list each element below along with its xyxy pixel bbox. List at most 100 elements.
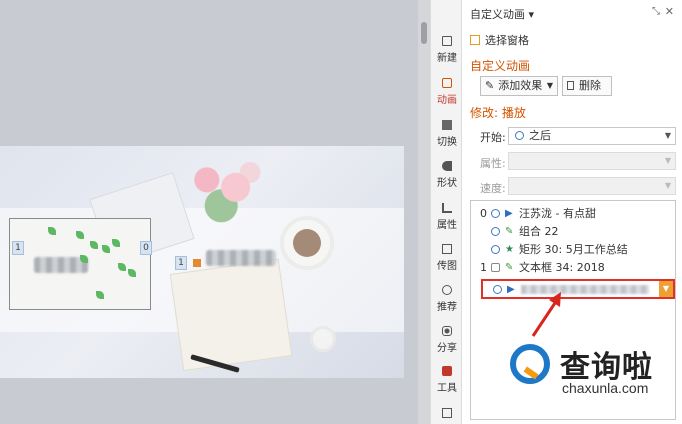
share-icon <box>442 326 452 336</box>
sidebar-item-label: 工具 <box>437 383 457 394</box>
panel-title[interactable]: 自定义动画 ▾ <box>470 6 534 22</box>
selected-text-box[interactable] <box>9 218 151 310</box>
sidebar-item-label: 属性 <box>437 220 457 231</box>
clock-icon <box>491 209 500 218</box>
leaf-decoration <box>112 239 120 247</box>
slide-watch-image <box>310 326 336 352</box>
leaf-decoration <box>102 245 110 253</box>
list-item[interactable]: 0 ▶ 汪苏泷 - 有点甜 <box>471 205 675 223</box>
toolbox-icon <box>442 366 452 376</box>
slide-cup-image <box>280 216 334 270</box>
slide-canvas[interactable]: 1 0 1 <box>0 0 418 424</box>
clock-icon <box>491 227 500 236</box>
select-pane-icon <box>470 35 480 45</box>
scrollbar-thumb[interactable] <box>421 22 427 44</box>
canvas-scrollbar[interactable] <box>418 0 430 424</box>
animation-item-label: 汪苏泷 - 有点甜 <box>519 207 596 220</box>
leaf-decoration <box>128 269 136 277</box>
chevron-down-icon: ▼ <box>664 131 671 140</box>
chevron-down-icon: ▼ <box>664 181 671 190</box>
list-item[interactable]: 1 ✎ 文本框 34: 2018 <box>471 259 675 277</box>
clock-icon <box>515 131 524 140</box>
sidebar-item-shape[interactable]: 形状 <box>431 157 463 197</box>
play-effect-icon: ▶ <box>505 208 513 219</box>
add-effect-icon: ✎ <box>485 79 495 92</box>
panel-header: 自定义动画 ▾ ⤡ ✕ <box>462 0 682 24</box>
slide-notebook-image <box>169 258 293 372</box>
trash-icon <box>567 81 574 90</box>
sidebar-item-new[interactable]: 新建 <box>431 32 463 72</box>
transition-icon <box>442 120 452 130</box>
logo-url: chaxunla.com <box>562 380 649 396</box>
arrow-shaft <box>531 299 559 337</box>
delete-label: 删除 <box>579 79 601 92</box>
leaf-decoration <box>48 227 56 235</box>
speed-select[interactable]: ▼ <box>508 177 676 195</box>
modify-label: 修改: 播放 <box>470 106 526 120</box>
sidebar-item-label: 形状 <box>437 178 457 189</box>
add-effect-button[interactable]: ✎ 添加效果 ▼ <box>480 76 558 96</box>
recommend-icon <box>442 285 452 295</box>
animation-item-label: 文本框 34: 2018 <box>519 261 605 274</box>
list-item[interactable]: ★ 矩形 30: 5月工作总结 <box>471 241 675 259</box>
animation-order-tag[interactable]: 1 <box>12 241 24 255</box>
chevron-down-icon: ▼ <box>664 156 671 165</box>
sidebar-item-label: 推荐 <box>437 302 457 313</box>
leaf-decoration <box>90 241 98 249</box>
leaf-decoration <box>80 255 88 263</box>
slide-flowers-image <box>178 154 274 228</box>
animation-item-label: 矩形 30: 5月工作总结 <box>519 243 628 256</box>
sidebar-item-properties[interactable]: 属性 <box>431 199 463 239</box>
image-icon <box>442 408 452 418</box>
select-pane-button[interactable]: 选择窗格 <box>470 32 529 48</box>
close-icon[interactable]: ✕ <box>665 5 674 18</box>
start-select[interactable]: 之后 ▼ <box>508 127 676 145</box>
leaf-decoration <box>118 263 126 271</box>
property-label: 属性: <box>480 157 506 170</box>
start-value: 之后 <box>529 129 551 142</box>
entrance-effect-icon: ✎ <box>505 226 514 237</box>
sidebar-item-transition[interactable]: 切换 <box>431 116 463 156</box>
sidebar-item-animation[interactable]: 动画 <box>431 74 463 114</box>
add-effect-label: 添加效果 <box>498 79 543 92</box>
mouse-click-icon <box>491 263 500 272</box>
property-select[interactable]: ▼ <box>508 152 676 170</box>
sidebar-item-upload-image[interactable]: 传图 <box>431 240 463 280</box>
sidebar-item-label: 切换 <box>437 137 457 148</box>
sidebar-item-label: 分享 <box>437 343 457 354</box>
clock-icon <box>493 285 502 294</box>
animation-order-tag[interactable]: 0 <box>140 241 152 255</box>
start-label: 开始: <box>480 131 506 144</box>
sidebar-item-share[interactable]: 分享 <box>431 322 463 362</box>
chevron-down-icon[interactable]: ▼ <box>659 281 673 297</box>
list-item[interactable]: ✎ 组合 22 <box>471 223 675 241</box>
clock-icon <box>491 245 500 254</box>
sidebar-item-label: 传图 <box>437 261 457 272</box>
audio-trigger-marker[interactable] <box>193 259 201 267</box>
animation-order-tag[interactable]: 1 <box>175 256 187 270</box>
section-title: 自定义动画 <box>470 59 531 73</box>
sidebar-item-tools[interactable]: 工具 <box>431 362 463 402</box>
annotation-arrow-icon <box>531 292 561 337</box>
animation-order: 0 <box>480 207 487 220</box>
delete-button[interactable]: 删除 <box>562 76 612 96</box>
upload-image-icon <box>442 244 452 254</box>
shape-icon <box>442 161 452 171</box>
new-doc-icon <box>442 36 452 46</box>
collapse-icon[interactable]: ⤡ <box>652 6 660 17</box>
sidebar-item-label: 动画 <box>437 95 457 106</box>
slide[interactable] <box>0 146 404 378</box>
selected-list-item[interactable]: ▶ ▼ <box>481 279 675 299</box>
entrance-effect-icon: ✎ <box>505 262 514 273</box>
select-pane-label: 选择窗格 <box>485 34 529 47</box>
sidebar-item-more[interactable] <box>431 404 463 424</box>
animation-order: 1 <box>480 261 487 274</box>
watermark-logo: 查询啦 chaxunla.com <box>506 340 682 404</box>
star-effect-icon: ★ <box>505 244 514 255</box>
logo-mark-icon <box>510 344 550 384</box>
leaf-decoration <box>76 231 84 239</box>
chevron-down-icon: ▾ <box>528 8 535 21</box>
animation-item-label: 组合 22 <box>519 225 559 238</box>
sidebar-item-recommend[interactable]: 推荐 <box>431 281 463 321</box>
chevron-down-icon: ▼ <box>546 81 553 90</box>
